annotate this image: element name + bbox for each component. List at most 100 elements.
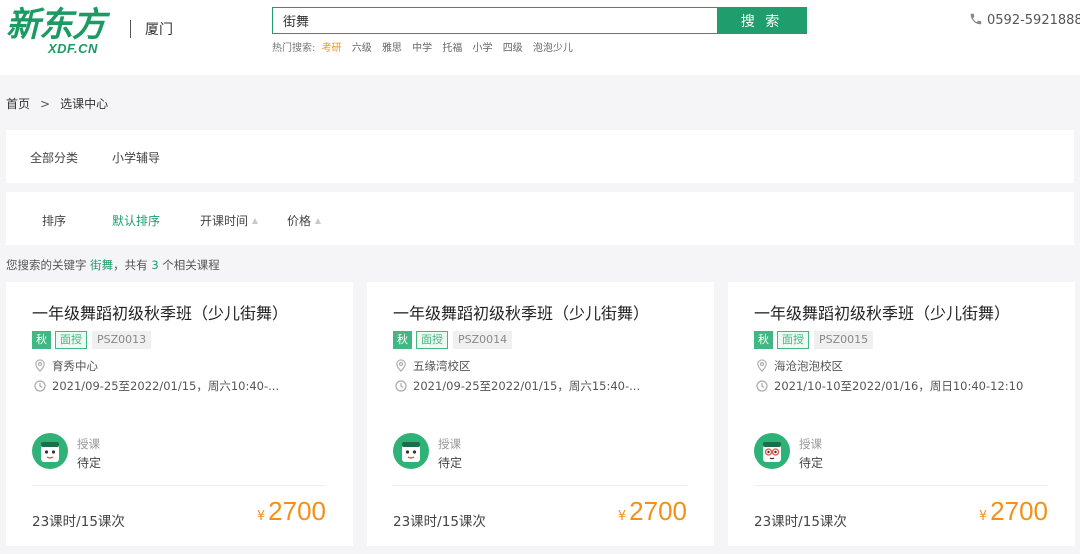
course-tags: 秋面授 PSZ0015 (754, 331, 874, 349)
site-header: 新东方 XDF.CN 厦门 搜 索 热门搜索: 考研 六级 雅思 中学 托福 小… (0, 0, 1080, 75)
course-location-row: 五缘湾校区 (395, 358, 471, 374)
sort-price-label: 价格 (287, 214, 312, 228)
result-count: 3 (151, 258, 159, 272)
mode-tag: 面授 (416, 331, 448, 349)
course-title[interactable]: 一年级舞蹈初级秋季班（少儿街舞） (393, 300, 649, 324)
course-time: 2021/09-25至2022/01/15，周六15:40-... (413, 379, 641, 393)
price-currency: ¥ (256, 509, 266, 524)
result-suffix: 个相关课程 (162, 258, 220, 272)
price-amount: 2700 (990, 496, 1048, 526)
clock-icon (395, 380, 407, 392)
card-divider (754, 485, 1048, 486)
course-location-row: 育秀中心 (34, 358, 98, 374)
price-currency: ¥ (617, 509, 627, 524)
sort-bar: 排序 默认排序 开课时间 价格 (6, 192, 1074, 245)
search-result-summary: 您搜索的关键字 街舞，共有 3 个相关课程 (6, 257, 220, 273)
logo-text: 新东方 (6, 5, 106, 45)
course-code: PSZ0014 (453, 331, 513, 349)
logo-domain: XDF.CN (48, 41, 98, 56)
price-amount: 2700 (268, 496, 326, 526)
breadcrumb-separator: > (40, 97, 51, 111)
price-amount: 2700 (629, 496, 687, 526)
course-lessons: 23课时/15课次 (754, 514, 847, 530)
season-tag: 秋 (393, 331, 412, 349)
phone-contact: 0592-5921888 (969, 12, 1080, 28)
hot-search-item[interactable]: 中学 (412, 43, 432, 54)
course-time-row: 2021/10-10至2022/01/16，周日10:40-12:10 (756, 378, 1023, 394)
hot-search-item[interactable]: 小学 (473, 43, 493, 54)
sort-default[interactable]: 默认排序 (112, 212, 160, 229)
hot-search-item[interactable]: 四级 (503, 43, 523, 54)
result-keyword: 街舞 (90, 258, 114, 272)
teacher-label: 授课 (799, 437, 822, 451)
course-tags: 秋面授 PSZ0013 (32, 331, 152, 349)
breadcrumb-current: 选课中心 (60, 97, 109, 111)
price-currency: ¥ (978, 509, 988, 524)
hot-search-bar: 热门搜索: 考研 六级 雅思 中学 托福 小学 四级 泡泡少儿 (272, 39, 580, 54)
sort-arrow-icon (315, 218, 322, 224)
result-middle: ，共有 (113, 258, 148, 272)
teacher-avatar-icon (393, 433, 429, 469)
course-price: ¥2700 (257, 496, 326, 527)
category-all[interactable]: 全部分类 (30, 149, 78, 166)
hot-search-label: 热门搜索: (272, 43, 316, 54)
hot-search-item[interactable]: 六级 (352, 43, 372, 54)
season-tag: 秋 (754, 331, 773, 349)
course-lessons: 23课时/15课次 (393, 514, 486, 530)
hot-search-item[interactable]: 托福 (442, 43, 462, 54)
search-button[interactable]: 搜 索 (717, 8, 806, 33)
course-card[interactable]: 一年级舞蹈初级秋季班（少儿街舞） 秋面授 PSZ0015 海沧泡泡校区 2021/… (728, 282, 1075, 546)
sort-start-time-label: 开课时间 (200, 214, 249, 228)
clock-icon (756, 380, 768, 392)
course-lessons: 23课时/15课次 (32, 514, 125, 530)
teacher-label: 授课 (438, 437, 461, 451)
breadcrumb: 首页 > 选课中心 (6, 95, 108, 112)
course-title[interactable]: 一年级舞蹈初级秋季班（少儿街舞） (32, 300, 288, 324)
teacher-avatar-glasses-icon (754, 433, 790, 469)
card-divider (32, 485, 326, 486)
location-pin-icon (35, 359, 45, 372)
course-location: 五缘湾校区 (413, 359, 471, 373)
hot-search-item[interactable]: 泡泡少儿 (533, 43, 573, 54)
search-box: 搜 索 (272, 7, 807, 34)
teacher-name: 待定 (77, 456, 102, 470)
mode-tag: 面授 (777, 331, 809, 349)
breadcrumb-home[interactable]: 首页 (6, 97, 30, 111)
course-card[interactable]: 一年级舞蹈初级秋季班（少儿街舞） 秋面授 PSZ0013 育秀中心 2021/09… (6, 282, 353, 546)
hot-search-item[interactable]: 考研 (322, 43, 342, 54)
course-location-row: 海沧泡泡校区 (756, 358, 843, 374)
category-filter: 全部分类 小学辅导 (6, 130, 1074, 183)
sort-start-time[interactable]: 开课时间 (200, 212, 259, 229)
sort-price[interactable]: 价格 (287, 212, 322, 229)
mode-tag: 面授 (55, 331, 87, 349)
course-time-row: 2021/09-25至2022/01/15，周六15:40-... (395, 378, 640, 394)
teacher-name: 待定 (438, 456, 463, 470)
course-code: PSZ0015 (814, 331, 874, 349)
location-pin-icon (757, 359, 767, 372)
season-tag: 秋 (32, 331, 51, 349)
card-divider (393, 485, 687, 486)
course-time: 2021/09-25至2022/01/15，周六10:40-... (52, 379, 280, 393)
logo-divider (130, 20, 131, 38)
sort-label: 排序 (42, 214, 67, 228)
course-price: ¥2700 (979, 496, 1048, 527)
teacher-avatar-icon (32, 433, 68, 469)
teacher-name: 待定 (799, 456, 824, 470)
course-title[interactable]: 一年级舞蹈初级秋季班（少儿街舞） (754, 300, 1010, 324)
clock-icon (34, 380, 46, 392)
city-selector[interactable]: 厦门 (145, 19, 173, 39)
course-location: 育秀中心 (52, 359, 98, 373)
course-card[interactable]: 一年级舞蹈初级秋季班（少儿街舞） 秋面授 PSZ0014 五缘湾校区 2021/0… (367, 282, 714, 546)
result-prefix: 您搜索的关键字 (6, 258, 87, 272)
course-price: ¥2700 (618, 496, 687, 527)
teacher-label: 授课 (77, 437, 100, 451)
course-code: PSZ0013 (92, 331, 152, 349)
sort-arrow-icon (252, 218, 259, 224)
xdf-logo[interactable]: 新东方 XDF.CN (6, 5, 118, 56)
course-location: 海沧泡泡校区 (774, 359, 843, 373)
phone-number: 0592-5921888 (987, 13, 1080, 28)
category-primary-tutoring[interactable]: 小学辅导 (112, 149, 160, 166)
search-input[interactable] (273, 8, 718, 33)
course-time-row: 2021/09-25至2022/01/15，周六10:40-... (34, 378, 279, 394)
hot-search-item[interactable]: 雅思 (382, 43, 402, 54)
